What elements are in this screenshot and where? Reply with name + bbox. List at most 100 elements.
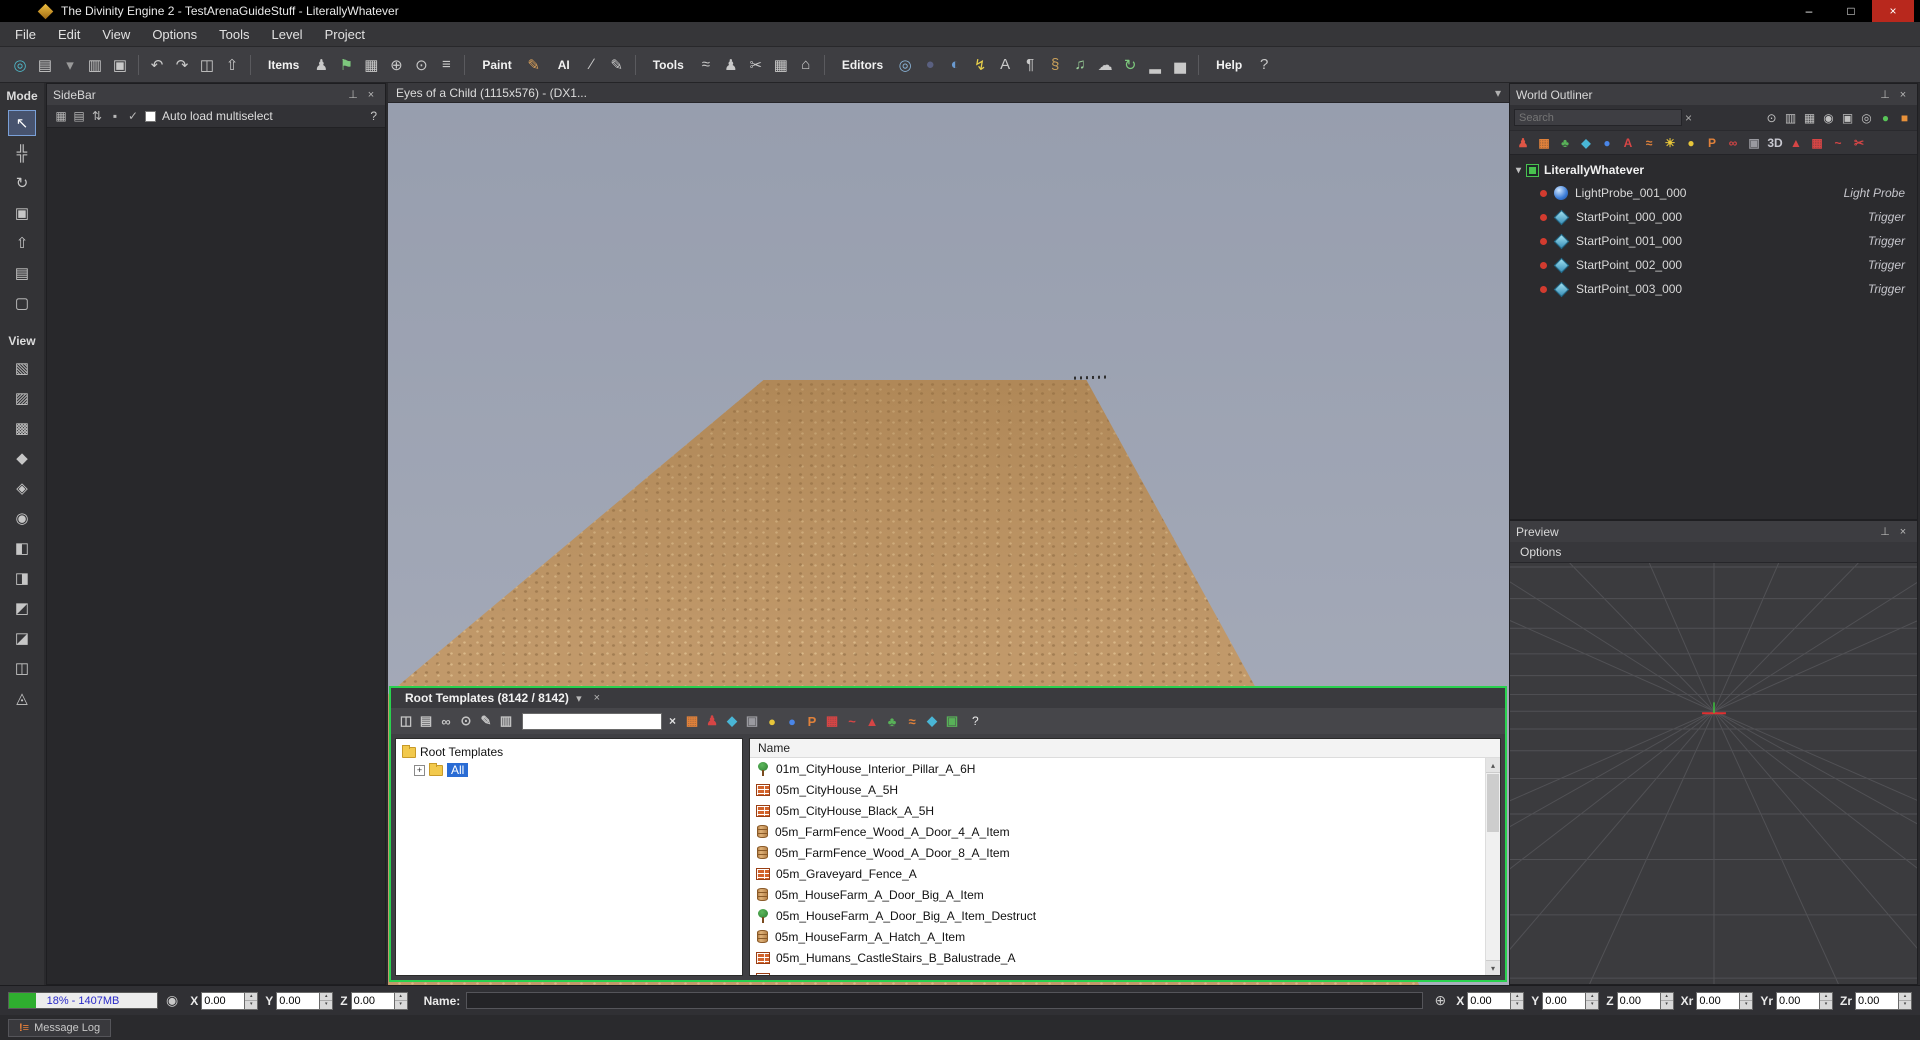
home-tool-icon[interactable]: ⌂	[794, 53, 818, 77]
view-normals-icon[interactable]: ◆	[8, 445, 36, 471]
menu-tools[interactable]: Tools	[208, 23, 260, 46]
viewport-tab[interactable]: Eyes of a Child (1115x576) - (DX1... ▾	[388, 83, 1509, 103]
filter-decal-icon[interactable]: A	[1618, 133, 1638, 153]
template-row[interactable]: 01m_CityHouse_Interior_Pillar_A_6H	[750, 758, 1485, 779]
view-left-icon[interactable]: ◧	[8, 535, 36, 561]
menu-edit[interactable]: Edit	[47, 23, 91, 46]
template-row[interactable]: 05m_Graveyard_Fence_A	[750, 863, 1485, 884]
spin-down-icon[interactable]: ▾	[320, 1000, 333, 1009]
filter-terrain-icon[interactable]: ▲	[1786, 133, 1806, 153]
outliner-item[interactable]: StartPoint_001_000 Trigger	[1510, 229, 1917, 253]
template-row[interactable]: 05m_FarmFence_Wood_A_Door_4_A_Item	[750, 821, 1485, 842]
menu-options[interactable]: Options	[141, 23, 208, 46]
spin-down-icon[interactable]: ▾	[1820, 1000, 1832, 1009]
root-templates-help-icon[interactable]: ?	[972, 714, 979, 728]
spin-up-icon[interactable]: ▴	[1660, 992, 1673, 1000]
rt-edit-icon[interactable]: ✎	[477, 712, 495, 730]
filter-bulb-icon[interactable]: ●	[1681, 133, 1701, 153]
menu-project[interactable]: Project	[314, 23, 376, 46]
lightning-editor-icon[interactable]: ↯	[968, 53, 992, 77]
expander-icon[interactable]: +	[414, 764, 425, 776]
prefab-grid-icon[interactable]: ▦	[359, 53, 383, 77]
scroll-up-icon[interactable]: ▴	[1486, 758, 1500, 773]
flag-tool-icon[interactable]: ⚑	[334, 53, 358, 77]
cloud-editor-icon[interactable]: ☁	[1093, 53, 1117, 77]
close-panel-icon[interactable]: ×	[1895, 526, 1911, 538]
spin-down-icon[interactable]: ▾	[394, 1000, 407, 1009]
planet-editor-icon[interactable]: ◐	[943, 53, 967, 77]
stats-editor-icon[interactable]: ▂	[1143, 53, 1167, 77]
tree-root-row[interactable]: Root Templates	[402, 743, 736, 761]
preview-canvas[interactable]	[1510, 563, 1917, 984]
outliner-search-input[interactable]	[1514, 109, 1682, 126]
viewport-tab-caret-icon[interactable]: ▾	[1495, 86, 1501, 100]
list-icon[interactable]: ≡	[434, 53, 458, 77]
root-templates-search-input[interactable]	[522, 712, 662, 730]
outliner-copy-icon[interactable]: ▥	[1782, 111, 1799, 125]
redo-icon[interactable]: ↷	[170, 53, 194, 77]
clear-search-icon[interactable]: ×	[669, 714, 676, 728]
spin-up-icon[interactable]: ▴	[245, 992, 258, 1000]
texture-tool[interactable]: ▤	[8, 260, 36, 286]
rt-filter-trigger-icon[interactable]: ◆	[723, 712, 741, 730]
rt-filter-scenery-icon[interactable]: ▦	[683, 712, 701, 730]
rt-filter-box-icon[interactable]: ▣	[943, 712, 961, 730]
spin-up-icon[interactable]: ▴	[320, 992, 333, 1000]
coord-input-y[interactable]	[1542, 991, 1587, 1010]
close-panel-icon[interactable]: ×	[1895, 89, 1911, 101]
template-row[interactable]: 05m_CityHouse_Black_A_5H	[750, 800, 1485, 821]
rt-link-icon[interactable]: ∞	[437, 712, 455, 730]
raise-tool[interactable]: ⇧	[8, 230, 36, 256]
sidebar-help-icon[interactable]: ?	[370, 109, 377, 123]
collapse-panel-icon[interactable]: ▾	[571, 692, 587, 705]
spin-up-icon[interactable]: ▴	[1586, 992, 1599, 1000]
rt-filter-light-icon[interactable]: ●	[763, 712, 781, 730]
rt-import-icon[interactable]: ▤	[417, 712, 435, 730]
export-icon[interactable]: ⇧	[220, 53, 244, 77]
view-camera-icon[interactable]: ◉	[8, 505, 36, 531]
filter-lightprobe-icon[interactable]: ☀	[1660, 133, 1680, 153]
rt-save-icon[interactable]: ◫	[397, 712, 415, 730]
outliner-status-green-icon[interactable]: ●	[1877, 111, 1894, 125]
menu-level[interactable]: Level	[260, 23, 313, 46]
template-row[interactable]: 05m_FarmFence_Wood_A_Door_8_A_Item	[750, 842, 1485, 863]
ai-paint-icon[interactable]: ✎	[605, 53, 629, 77]
filter-scenery-icon[interactable]: ▦	[1534, 133, 1554, 153]
spin-up-icon[interactable]: ▴	[1820, 992, 1832, 1000]
maximize-button[interactable]: □	[1830, 0, 1872, 22]
outliner-item[interactable]: StartPoint_002_000 Trigger	[1510, 253, 1917, 277]
new-document-caret-icon[interactable]: ▾	[58, 53, 82, 77]
camera-icon[interactable]: ◉	[166, 992, 178, 1009]
outliner-lock-icon[interactable]: ▣	[1839, 111, 1856, 125]
sphere-editor-icon[interactable]: ●	[918, 53, 942, 77]
close-panel-icon[interactable]: ×	[589, 692, 605, 704]
coord-input-yr[interactable]	[1776, 991, 1820, 1010]
message-log-tab[interactable]: !≡ Message Log	[8, 1018, 112, 1037]
filter-link-icon[interactable]: ∞	[1723, 133, 1743, 153]
rt-filter-prefab-icon[interactable]: P	[803, 712, 821, 730]
new-document-icon[interactable]: ▤	[33, 53, 57, 77]
pin-icon[interactable]: ⊥	[1877, 88, 1893, 101]
close-panel-icon[interactable]: ×	[363, 89, 379, 101]
magnify-icon[interactable]: ⊙	[409, 53, 433, 77]
world-editor-icon[interactable]: ◎	[893, 53, 917, 77]
dialog-editor-icon[interactable]: ¶	[1018, 53, 1042, 77]
filter-camera-icon[interactable]: ▣	[1744, 133, 1764, 153]
filter-3d-icon[interactable]: 3D	[1765, 133, 1785, 153]
rt-filter-sphere-icon[interactable]: ●	[783, 712, 801, 730]
sidebar-sort-icon[interactable]: ⇅	[89, 109, 105, 123]
coord-input-z[interactable]	[350, 991, 395, 1010]
coord-input-z[interactable]	[1616, 991, 1661, 1010]
outliner-item[interactable]: StartPoint_003_000 Trigger	[1510, 277, 1917, 301]
text-editor-icon[interactable]: A	[993, 53, 1017, 77]
spin-down-icon[interactable]: ▾	[1899, 1000, 1911, 1009]
outliner-search-icon[interactable]: ⊙	[1763, 111, 1780, 125]
sidebar-list-icon[interactable]: ▤	[71, 109, 87, 123]
outliner-group-icon[interactable]: ▦	[1801, 111, 1818, 125]
list-scrollbar[interactable]: ▴ ▾	[1485, 758, 1500, 975]
filter-light-icon[interactable]: ●	[1597, 133, 1617, 153]
filter-prefab-icon[interactable]: P	[1702, 133, 1722, 153]
template-row[interactable]: 05m_CityHouse_A_5H	[750, 779, 1485, 800]
rt-filter-vegetation-icon[interactable]: ♣	[883, 712, 901, 730]
rt-filter-effect-icon[interactable]: ≈	[903, 712, 921, 730]
